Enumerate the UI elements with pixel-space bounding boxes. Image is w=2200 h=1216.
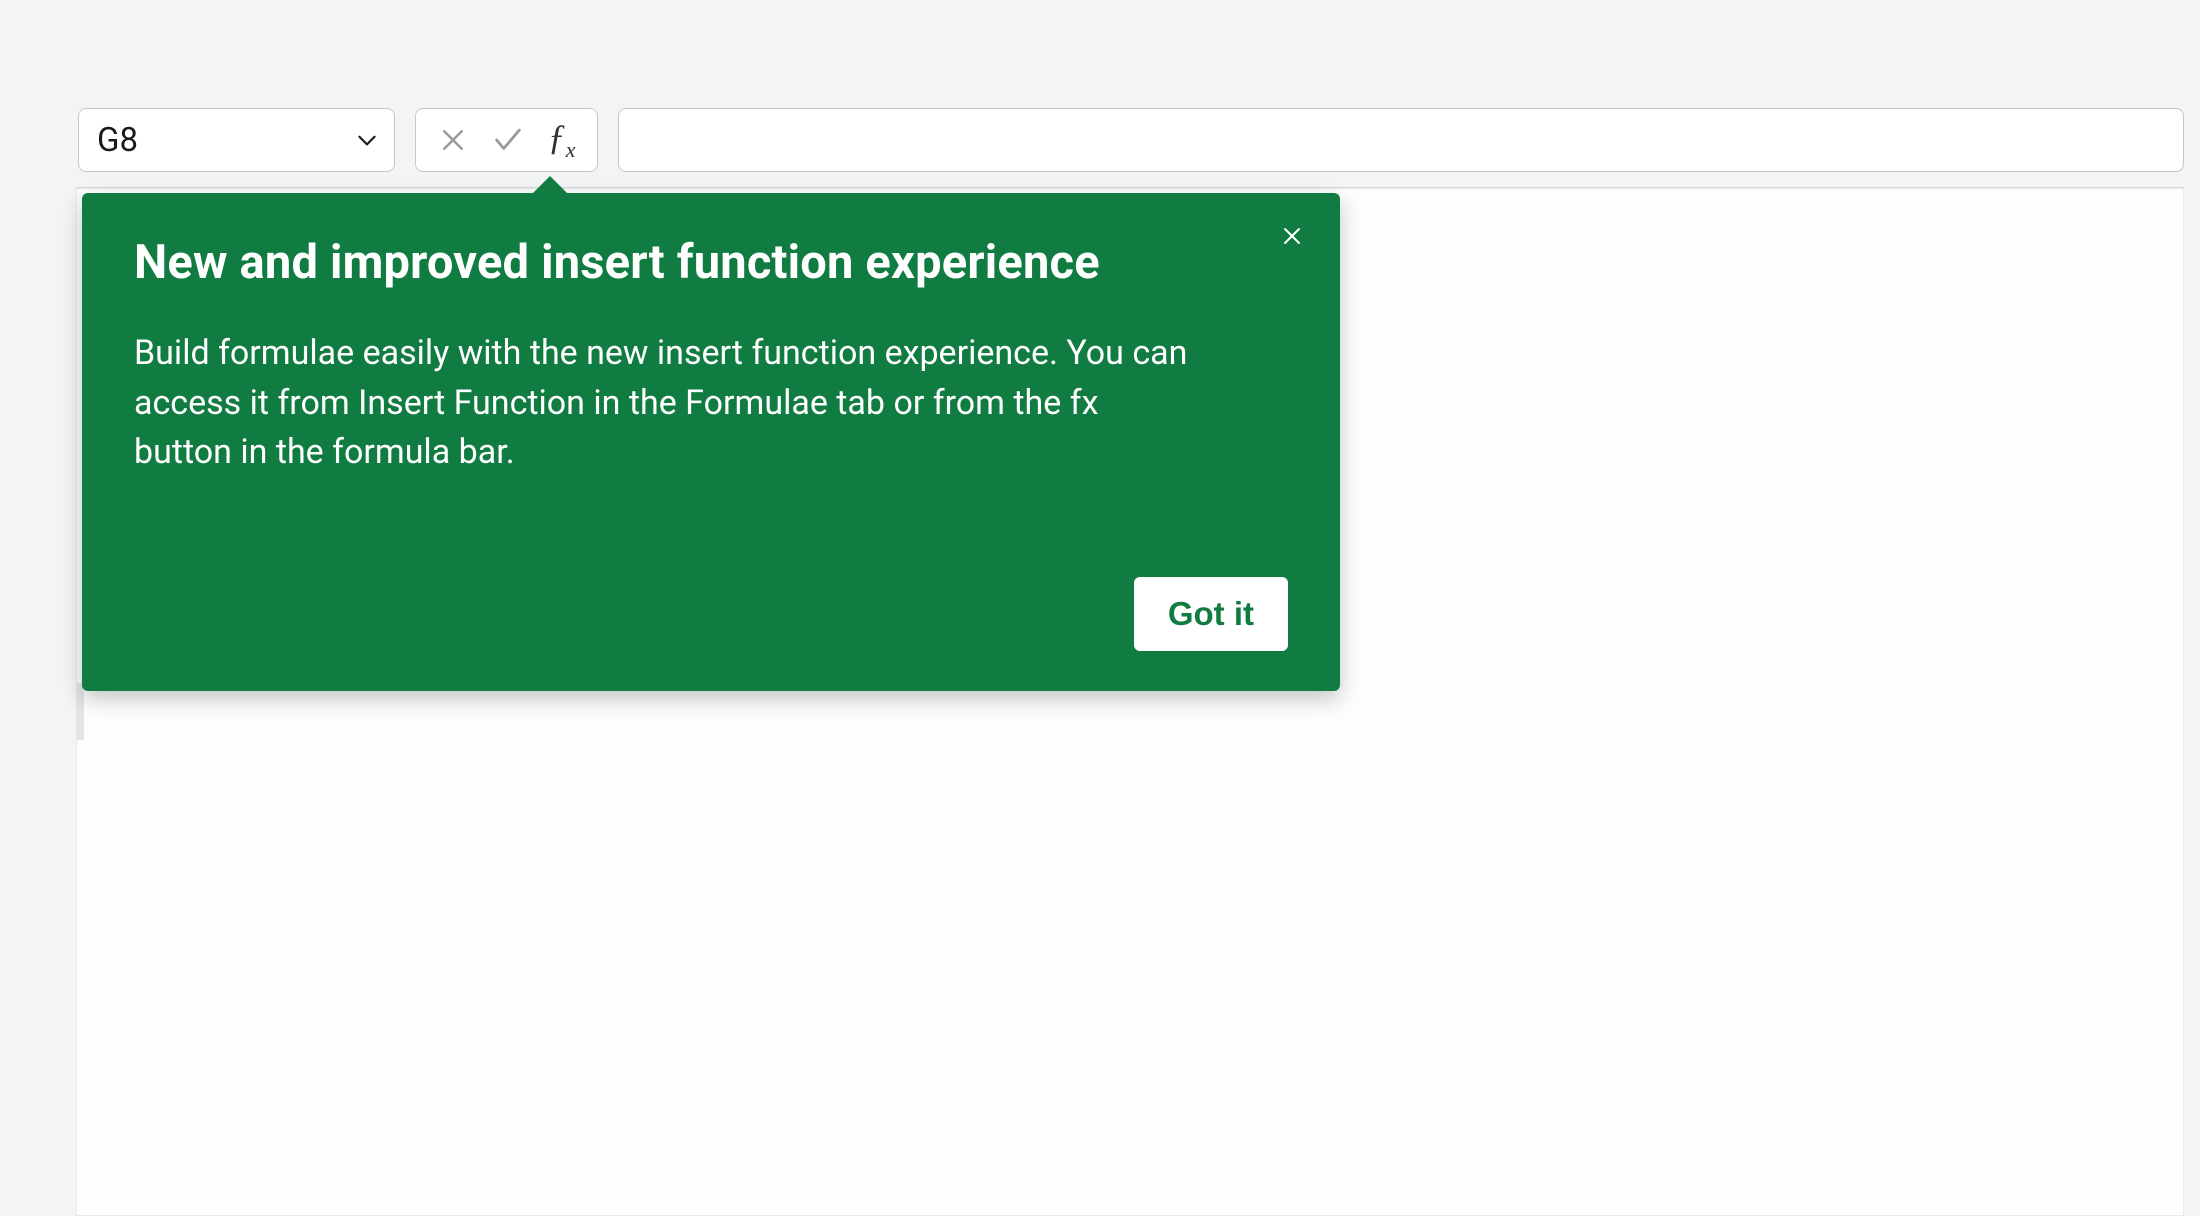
close-button[interactable] xyxy=(1272,217,1312,257)
formula-input[interactable] xyxy=(618,108,2184,172)
got-it-button[interactable]: Got it xyxy=(1134,577,1288,651)
formula-bar-button-group: ƒx xyxy=(415,108,598,172)
formula-bar: G8 ƒx xyxy=(78,108,2184,172)
name-box-value: G8 xyxy=(97,121,138,160)
cancel-formula-button[interactable] xyxy=(438,125,468,155)
accept-formula-button[interactable] xyxy=(491,123,525,157)
chevron-down-icon[interactable] xyxy=(354,127,380,153)
callout-body: Build formulae easily with the new inser… xyxy=(134,329,1194,477)
callout-title: New and improved insert function experie… xyxy=(134,235,1288,291)
insert-function-button[interactable]: ƒx xyxy=(548,119,576,161)
close-icon xyxy=(1280,224,1304,251)
teaching-callout: New and improved insert function experie… xyxy=(82,193,1340,691)
row-header-marker xyxy=(76,683,84,740)
name-box[interactable]: G8 xyxy=(78,108,395,172)
